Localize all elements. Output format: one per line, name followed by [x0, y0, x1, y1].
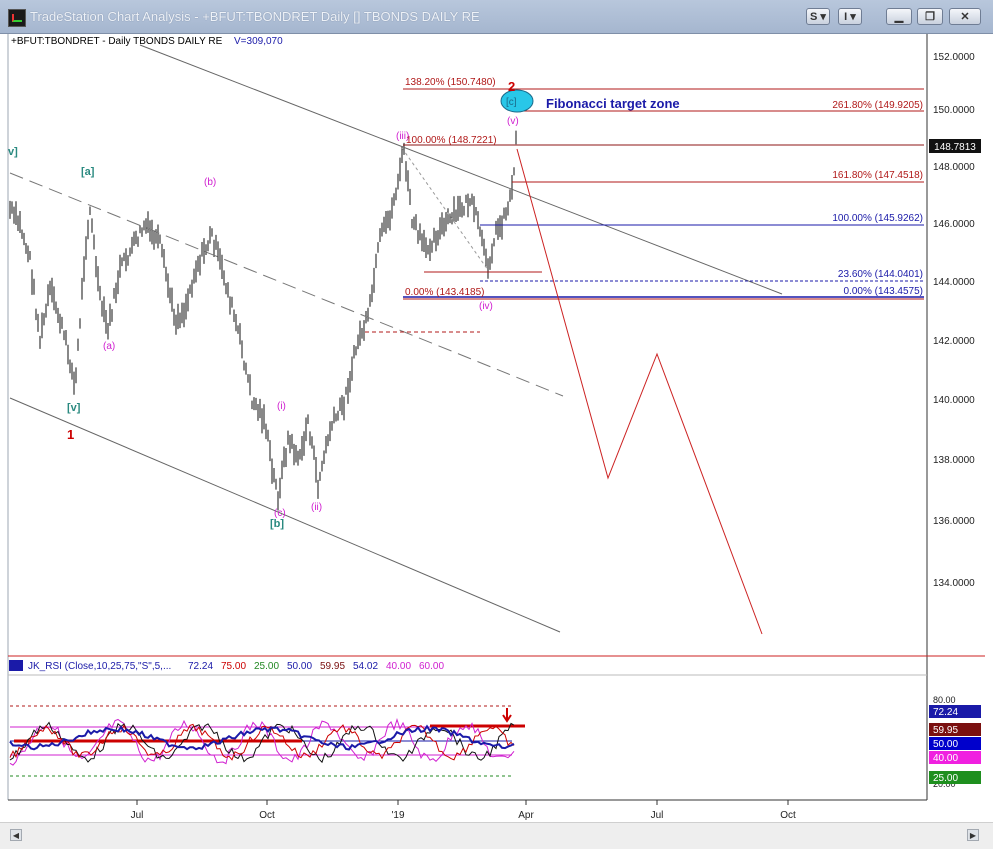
time-tick: Jul — [131, 810, 144, 821]
wave-label-2: 2 — [508, 79, 515, 94]
minimize-button[interactable]: ▁ — [886, 8, 912, 25]
title-bar: TradeStation Chart Analysis - +BFUT:TBON… — [0, 0, 993, 34]
rsi-value: 72.24 — [188, 661, 213, 672]
scroll-right-icon[interactable]: ▶ — [967, 829, 979, 841]
wave-label-1: 1 — [67, 427, 74, 442]
rsi-value: 40.00 — [386, 661, 411, 672]
time-tick: Oct — [259, 810, 275, 821]
symbol-label: +BFUT:TBONDRET - Daily TBONDS DAILY RE — [11, 36, 223, 47]
volume-label: V=309,070 — [234, 36, 283, 47]
close-button[interactable]: ✕ — [949, 8, 981, 25]
time-tick: Apr — [518, 810, 534, 821]
wave-label-a-cyan: [a] — [81, 166, 95, 178]
wave-label-v-cyan: [v] — [67, 402, 81, 414]
wave-label-i-pink: (i) — [277, 401, 286, 412]
close-icon: ✕ — [960, 11, 970, 23]
fib-label-100: 100.00% (145.9262) — [832, 213, 923, 224]
rsi-value: 75.00 — [221, 661, 246, 672]
wave-label-c-cyan: [c] — [506, 97, 517, 108]
symbol-link-button[interactable]: S ▾ — [806, 8, 830, 25]
price-tick: 146.0000 — [933, 219, 975, 230]
rsi-value: 25.00 — [254, 661, 279, 672]
last-price-value: 148.7813 — [934, 142, 976, 153]
rsi-badge-value: 40.00 — [933, 753, 958, 764]
rsi-badge-value: 72.24 — [933, 707, 958, 718]
fib-label-100-left: 100.00% (148.7221) — [406, 135, 497, 146]
price-tick: 150.0000 — [933, 105, 975, 116]
rsi-value: 54.02 — [353, 661, 378, 672]
price-tick: 142.0000 — [933, 336, 975, 347]
fib-label-138: 138.20% (150.7480) — [405, 77, 496, 88]
time-tick: Jul — [651, 810, 664, 821]
rsi-value: 50.00 — [287, 661, 312, 672]
price-tick: 144.0000 — [933, 277, 975, 288]
fib-label-261: 261.80% (149.9205) — [832, 100, 923, 111]
wave-label-v-pink: (v) — [507, 116, 519, 127]
maximize-button[interactable]: ❐ — [917, 8, 943, 25]
rsi-title: JK_RSI (Close,10,25,75,"S",5,... — [28, 661, 171, 672]
chart-area[interactable]: +BFUT:TBONDRET - Daily TBONDS DAILY RE V… — [0, 34, 993, 822]
rsi-badge-value: 50.00 — [933, 739, 958, 750]
rsi-value: 59.95 — [320, 661, 345, 672]
rsi-badge-value: 59.95 — [933, 725, 958, 736]
rsi-badge-value: 25.00 — [933, 773, 958, 784]
horizontal-scrollbar[interactable]: ◀ ▶ — [0, 822, 993, 849]
price-tick: 138.0000 — [933, 455, 975, 466]
window-title: TradeStation Chart Analysis - +BFUT:TBON… — [30, 9, 480, 24]
fib-label-0: 0.00% (143.4575) — [843, 286, 923, 297]
price-tick: 152.0000 — [933, 52, 975, 63]
fib-label-0-left: 0.00% (143.4185) — [405, 287, 485, 298]
time-tick: '19 — [391, 810, 404, 821]
price-tick: 134.0000 — [933, 578, 975, 589]
wave-label-iv-pink: (iv) — [479, 301, 493, 312]
time-tick: Oct — [780, 810, 796, 821]
tradestation-app-icon — [8, 9, 26, 27]
scroll-left-icon[interactable]: ◀ — [10, 829, 22, 841]
price-tick: 136.0000 — [933, 516, 975, 527]
restore-icon: ❐ — [925, 11, 935, 23]
rsi-axis-tick: 80.00 — [933, 695, 956, 705]
wave-label-b-pink: (b) — [204, 177, 216, 188]
wave-label-edge: v] — [8, 146, 18, 158]
indicator-link-button[interactable]: I ▾ — [838, 8, 862, 25]
wave-label-b-cyan: [b] — [270, 518, 284, 530]
target-zone-label: Fibonacci target zone — [546, 96, 680, 111]
rsi-value: 60.00 — [419, 661, 444, 672]
price-tick: 140.0000 — [933, 395, 975, 406]
minimize-icon: ▁ — [894, 11, 904, 23]
wave-label-iii-pink: (iii) — [396, 131, 409, 142]
fib-label-236: 23.60% (144.0401) — [838, 269, 923, 280]
wave-label-c-pink: (c) — [274, 508, 286, 519]
price-tick: 148.0000 — [933, 162, 975, 173]
wave-label-ii-pink: (ii) — [311, 502, 322, 513]
rsi-indicator-icon — [9, 660, 23, 671]
wave-label-a-pink: (a) — [103, 341, 115, 352]
fib-label-161: 161.80% (147.4518) — [832, 170, 923, 181]
